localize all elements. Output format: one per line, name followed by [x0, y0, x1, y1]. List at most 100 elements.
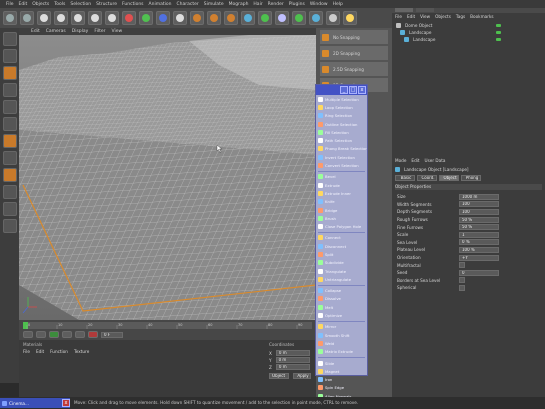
use-axis-tool-icon[interactable]	[2, 100, 17, 114]
menu-item[interactable]: Render	[268, 2, 284, 7]
z-axis-icon[interactable]	[156, 11, 170, 25]
palette-tool[interactable]: Knife	[316, 198, 367, 206]
live-selection-icon[interactable]	[37, 11, 51, 25]
minimize-icon[interactable]: _	[340, 86, 348, 94]
palette-tool[interactable]: Melt	[316, 303, 367, 311]
object-manager-menu-item[interactable]: Edit	[407, 14, 415, 19]
palette-tool[interactable]: Triangulate	[316, 267, 367, 275]
object-row[interactable]: Landscape	[396, 36, 541, 43]
attribute-value-field[interactable]: 1	[459, 231, 499, 238]
object-row[interactable]: Dome Object	[396, 22, 541, 29]
palette-tool[interactable]: Fill Selection	[316, 128, 367, 136]
palette-tool[interactable]: Smooth Shift	[316, 331, 367, 339]
palette-tool[interactable]: Iron	[316, 376, 367, 384]
viewport-menu-item[interactable]: Filter	[94, 29, 105, 34]
viewport-menu-item[interactable]: Edit	[31, 29, 40, 34]
enable-axis-icon[interactable]	[2, 185, 17, 199]
render-view-icon[interactable]	[190, 11, 204, 25]
rotate-icon[interactable]	[88, 11, 102, 25]
snap-option[interactable]: 2D Snapping	[320, 46, 388, 60]
material-menu-item[interactable]: Function	[50, 349, 68, 354]
menu-item[interactable]: Animation	[149, 2, 172, 7]
palette-tool[interactable]: Collapse	[316, 287, 367, 295]
palette-tool[interactable]: Bevel	[316, 173, 367, 181]
attribute-value-field[interactable]: 100 %	[459, 246, 499, 253]
play-icon[interactable]	[49, 331, 59, 338]
snap-option[interactable]: 2.5D Snapping	[320, 62, 388, 76]
palette-tool[interactable]: Extrude Inner	[316, 189, 367, 197]
palette-tool[interactable]: Dissolve	[316, 295, 367, 303]
palette-tool[interactable]: Slide	[316, 359, 367, 367]
coord-value-field[interactable]: 0 m	[275, 350, 310, 356]
undo-icon[interactable]	[3, 11, 17, 25]
attribute-checkbox[interactable]	[459, 262, 465, 269]
use-texture-tool-icon[interactable]	[2, 83, 17, 97]
attribute-value-field[interactable]: +Y	[459, 254, 499, 261]
y-axis-icon[interactable]	[139, 11, 153, 25]
palette-tool[interactable]: Close Polygon Hole	[316, 222, 367, 230]
attribute-tab[interactable]: Basic	[395, 175, 415, 181]
attribute-tab[interactable]: Object	[439, 175, 459, 181]
edges-mode-icon[interactable]	[2, 134, 17, 148]
taskbar-close-icon[interactable]: x	[62, 399, 70, 407]
render-icon[interactable]	[207, 11, 221, 25]
palette-tool[interactable]: Split	[316, 250, 367, 258]
snap-settings-icon[interactable]	[2, 202, 17, 216]
visibility-icon[interactable]	[496, 38, 501, 41]
palette-tool[interactable]: Outline Selection	[316, 120, 367, 128]
palette-tool[interactable]: Mirror	[316, 323, 367, 331]
camera-icon[interactable]	[326, 11, 340, 25]
object-name[interactable]: Landscape	[409, 30, 432, 35]
palette-tool[interactable]: Disconnect	[316, 242, 367, 250]
palette-tool[interactable]: Ring Selection	[316, 112, 367, 120]
attribute-tab[interactable]: Phong	[461, 175, 481, 181]
menu-item[interactable]: File	[6, 2, 14, 7]
prev-frame-icon[interactable]	[36, 331, 46, 338]
menu-item[interactable]: Mograph	[229, 2, 249, 7]
menu-item[interactable]: Structure	[96, 2, 117, 7]
viewport-menu-item[interactable]: Display	[72, 29, 89, 34]
next-frame-icon[interactable]	[62, 331, 72, 338]
cube-icon[interactable]	[241, 11, 255, 25]
goto-end-icon[interactable]	[75, 331, 85, 338]
attribute-menu-item[interactable]: User Data	[425, 158, 446, 163]
menu-item[interactable]: Objects	[32, 2, 49, 7]
palette-tool[interactable]: Invert Selection	[316, 153, 367, 161]
menu-item[interactable]: Hair	[253, 2, 262, 7]
palette-titlebar[interactable]: _ □ x	[316, 85, 367, 95]
attribute-value-field[interactable]: 0 %	[459, 239, 499, 246]
menu-item[interactable]: Plugins	[289, 2, 305, 7]
palette-tool[interactable]: Matrix Extrude	[316, 348, 367, 356]
tweak-mode-icon[interactable]	[2, 168, 17, 182]
goto-start-icon[interactable]	[23, 331, 33, 338]
attribute-value-field[interactable]: 100	[459, 208, 499, 215]
light-icon[interactable]	[343, 11, 357, 25]
coord-mode-select[interactable]: Object	[269, 373, 289, 379]
attribute-value-field[interactable]: 0	[459, 269, 499, 276]
render-settings-icon[interactable]	[224, 11, 238, 25]
palette-tool[interactable]: Path Selection	[316, 136, 367, 144]
array-icon[interactable]	[292, 11, 306, 25]
current-frame-field[interactable]: 0 F	[101, 331, 123, 338]
move-icon[interactable]	[54, 11, 68, 25]
attribute-value-field[interactable]: 50 %	[459, 224, 499, 231]
object-manager-menu-item[interactable]: Bookmarks	[470, 14, 493, 19]
palette-tool[interactable]: Brush	[316, 214, 367, 222]
menu-item[interactable]: Tools	[54, 2, 65, 7]
visibility-icon[interactable]	[496, 24, 501, 27]
attribute-checkbox[interactable]	[459, 277, 465, 284]
palette-tool[interactable]: Magnet	[316, 367, 367, 375]
timeline[interactable]: 0 10 20 30 40 50 60 70 80 90 0 F	[19, 320, 316, 340]
attribute-checkbox[interactable]	[459, 284, 465, 291]
redo-icon[interactable]	[20, 11, 34, 25]
scale-icon[interactable]	[71, 11, 85, 25]
maximize-icon[interactable]: □	[349, 86, 357, 94]
attribute-menu-item[interactable]: Edit	[411, 158, 419, 163]
palette-tool[interactable]: Loop Selection	[316, 103, 367, 111]
menu-item[interactable]: Window	[310, 2, 328, 7]
attribute-menu-item[interactable]: Mode	[395, 158, 406, 163]
snap-option[interactable]: No Snapping	[320, 30, 388, 44]
tab-objects[interactable]	[395, 8, 413, 12]
make-editable-icon[interactable]	[2, 32, 17, 46]
material-menu-item[interactable]: Texture	[74, 349, 89, 354]
